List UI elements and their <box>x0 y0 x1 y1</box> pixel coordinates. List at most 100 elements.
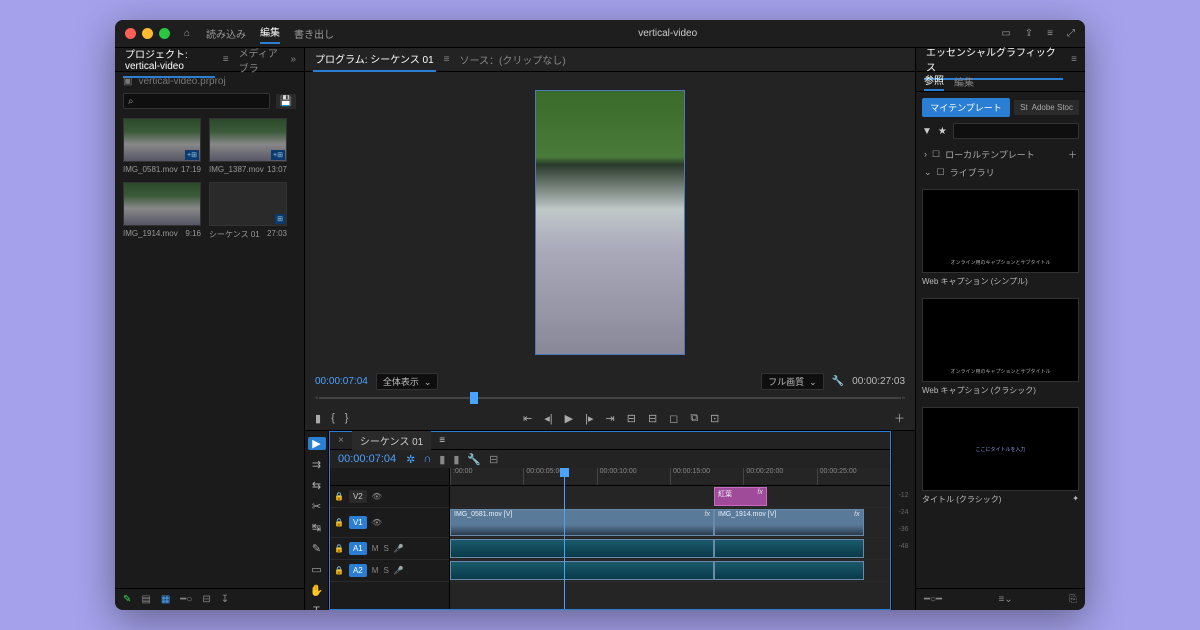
close-sequence-icon[interactable]: × <box>338 435 344 446</box>
tree-local[interactable]: ›☐ローカルテンプレート＋ <box>924 145 1077 163</box>
zoom-slider[interactable]: ━○ <box>180 594 192 605</box>
track-v1-header[interactable]: 🔒 V1 👁 <box>330 508 449 538</box>
adobe-stock-button[interactable]: StAdobe Stoc <box>1014 100 1079 115</box>
template-item[interactable]: オンライン用のキャプションとサブタイトル Web キャプション (シンプル) <box>922 189 1079 290</box>
button-editor-icon[interactable]: ＋ <box>894 410 905 426</box>
panel-overflow-icon[interactable]: » <box>290 54 296 65</box>
track-area[interactable]: :00:0000:00:05:0000:00:10:0000:00:15:000… <box>450 468 890 609</box>
lock-icon[interactable]: 🔒 <box>334 544 344 553</box>
timeline-playhead[interactable] <box>564 468 565 609</box>
sort-dropdown[interactable]: ≡⌄ <box>998 594 1012 605</box>
freeform-icon[interactable]: ✎ <box>123 594 131 605</box>
tab-source[interactable]: ソース：(クリップなし) <box>458 48 568 71</box>
ripple-tool-icon[interactable]: ⇆ <box>312 479 321 492</box>
out-icon[interactable]: } <box>345 412 349 425</box>
filter-icon[interactable]: ▼ <box>922 126 932 137</box>
marker-tool-icon[interactable]: ▮ <box>439 453 445 466</box>
lock-icon[interactable]: 🔒 <box>334 566 344 575</box>
audio-clip[interactable] <box>450 539 714 558</box>
zoom-slider[interactable]: ━○━ <box>924 594 942 605</box>
template-item[interactable]: ここにタイトルを入力 タイトル (クラシック)✦ <box>922 407 1079 508</box>
scrub-bar[interactable]: ◦ ◦ <box>305 390 915 406</box>
lock-icon[interactable]: 🔒 <box>334 518 344 527</box>
workspaces-icon[interactable]: ≡ <box>1047 28 1053 39</box>
panel-menu-icon[interactable]: ≡ <box>223 54 229 65</box>
track-a2-header[interactable]: 🔒 A2 MS🎤 <box>330 560 449 582</box>
fullscreen-icon[interactable]: ⤢ <box>1067 28 1075 39</box>
mic-icon[interactable]: 🎤 <box>394 566 404 575</box>
preview-area[interactable] <box>305 72 915 372</box>
new-bin-icon[interactable]: 💾 <box>276 94 296 109</box>
step-back-icon[interactable]: ◂| <box>544 412 552 425</box>
panel-menu-icon[interactable]: ≡ <box>444 54 450 65</box>
sequence-tab[interactable]: シーケンス 01 <box>352 431 431 450</box>
audio-clip[interactable] <box>714 561 864 580</box>
selection-tool-icon[interactable]: ▶ <box>308 437 326 450</box>
automate-icon[interactable]: ↧ <box>221 594 229 605</box>
eye-icon[interactable]: 👁 <box>372 518 382 527</box>
bin-item[interactable]: ⊞ シーケンス 0127:03 <box>209 182 287 240</box>
tab-edit[interactable]: 編集 <box>954 74 974 89</box>
mic-icon[interactable]: 🎤 <box>394 544 404 553</box>
tree-library[interactable]: ⌄☐ライブラリ <box>924 163 1077 181</box>
insert-icon[interactable]: ▮ <box>453 453 459 466</box>
tab-import[interactable]: 読み込み <box>206 26 246 41</box>
maximize-window-button[interactable] <box>159 28 170 39</box>
tab-program[interactable]: プログラム: シーケンス 01 <box>313 47 436 72</box>
current-timecode[interactable]: 00:00:07:04 <box>315 376 368 387</box>
eye-icon[interactable]: 👁 <box>372 492 382 501</box>
playhead-marker[interactable] <box>470 392 478 404</box>
type-tool-icon[interactable]: T <box>313 605 320 610</box>
tab-browse[interactable]: 参照 <box>924 72 944 91</box>
timeline-timecode[interactable]: 00:00:07:04 <box>338 453 396 465</box>
panel-menu-icon[interactable]: ≡ <box>1071 54 1077 65</box>
add-icon[interactable]: ＋ <box>1068 148 1077 161</box>
project-search-input[interactable]: ⌕ <box>123 93 270 109</box>
minimize-window-button[interactable] <box>142 28 153 39</box>
track-v2-header[interactable]: 🔒 V2 👁 <box>330 486 449 508</box>
step-fwd-icon[interactable]: |▸ <box>585 412 593 425</box>
goto-in-icon[interactable]: ⇤ <box>523 412 532 425</box>
egp-search-input[interactable] <box>953 123 1079 139</box>
share-icon[interactable]: ⇪ <box>1025 28 1033 39</box>
track-select-tool-icon[interactable]: ⇉ <box>312 458 321 471</box>
rect-tool-icon[interactable]: ▭ <box>311 563 321 576</box>
audio-clip[interactable] <box>714 539 864 558</box>
slip-tool-icon[interactable]: ↹ <box>312 521 321 534</box>
play-icon[interactable]: ▶ <box>565 412 573 425</box>
lane-v2[interactable]: 紅葉fx <box>450 486 890 508</box>
bin-item[interactable]: +⊞ IMG_0581.mov17:19 <box>123 118 201 174</box>
tab-export[interactable]: 書き出し <box>294 26 334 41</box>
lift-icon[interactable]: ⊟ <box>627 412 636 425</box>
sort-icon[interactable]: ⊟ <box>202 594 210 605</box>
fit-dropdown[interactable]: 全体表示 ⌄ <box>376 373 439 390</box>
graphics-clip[interactable]: 紅葉fx <box>714 487 767 506</box>
export-frame-icon[interactable]: ◻ <box>669 412 678 425</box>
bin-item[interactable]: +⊞ IMG_1387.mov13:07 <box>209 118 287 174</box>
panel-menu-icon[interactable]: ≡ <box>439 435 445 446</box>
lock-icon[interactable]: 🔒 <box>334 492 344 501</box>
template-item[interactable]: オンライン用のキャプションとサブタイトル Web キャプション (クラシック) <box>922 298 1079 399</box>
wrench-icon[interactable]: 🔧 <box>467 453 481 466</box>
bin-item[interactable]: IMG_1914.mov9:16 <box>123 182 201 240</box>
audio-clip[interactable] <box>450 561 714 580</box>
my-templates-button[interactable]: マイテンプレート <box>922 98 1010 117</box>
safe-margins-icon[interactable]: ⊡ <box>710 412 719 425</box>
compare-icon[interactable]: ⧉ <box>690 412 698 425</box>
link-icon[interactable]: ∩ <box>423 453 431 466</box>
close-window-button[interactable] <box>125 28 136 39</box>
video-clip[interactable]: IMG_1914.mov [V]fx <box>714 509 864 536</box>
track-a1-header[interactable]: 🔒 A1 MS🎤 <box>330 538 449 560</box>
listview-icon[interactable]: ▤ <box>141 594 150 605</box>
lane-a2[interactable] <box>450 560 890 582</box>
star-icon[interactable]: ✦ <box>1072 494 1079 503</box>
extract-icon[interactable]: ⊟ <box>648 412 657 425</box>
snap-icon[interactable]: ✲ <box>406 453 415 466</box>
lane-a1[interactable] <box>450 538 890 560</box>
hand-tool-icon[interactable]: ✋ <box>310 584 324 597</box>
in-icon[interactable]: { <box>331 412 335 425</box>
quality-dropdown[interactable]: フル画質 ⌄ <box>761 373 824 390</box>
favorite-icon[interactable]: ★ <box>938 126 947 137</box>
new-icon[interactable]: ⎘ <box>1069 594 1077 605</box>
settings-icon[interactable]: 🔧 <box>832 376 844 387</box>
